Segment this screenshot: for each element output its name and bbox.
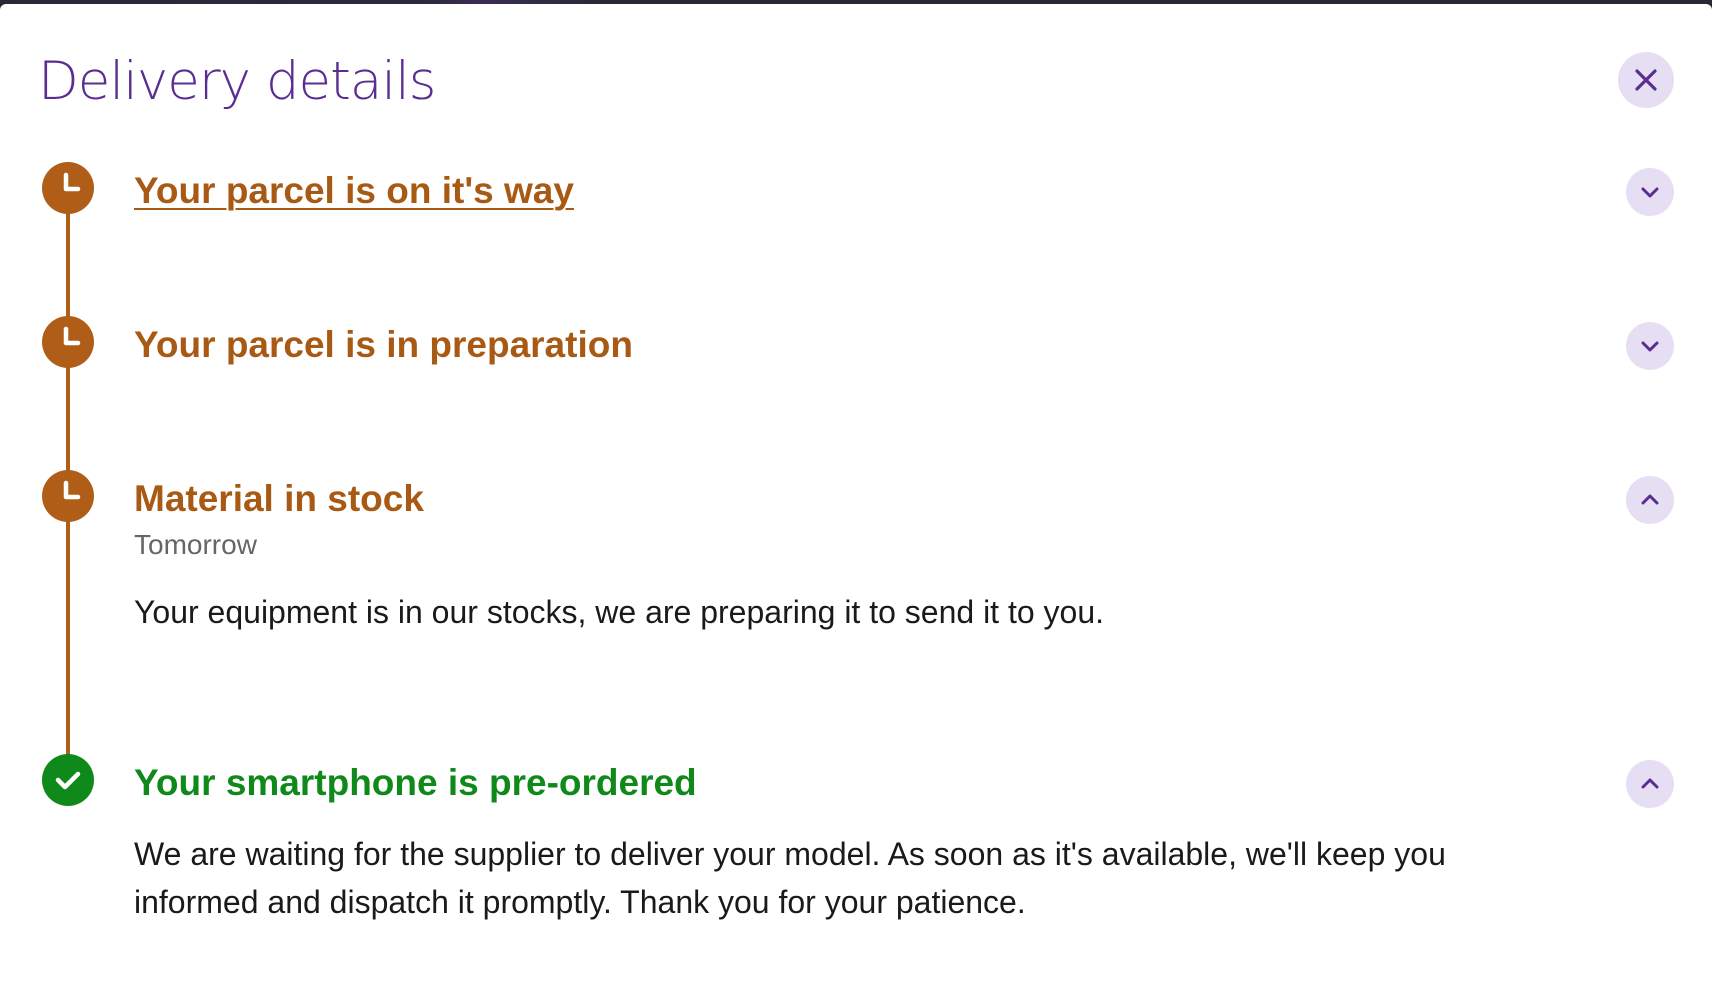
step-title: Your smartphone is pre-ordered [134,762,697,803]
clock-icon [42,316,94,368]
step-description: We are waiting for the supplier to deliv… [134,836,1446,920]
close-icon [1635,69,1657,91]
step-description: Your equipment is in our stocks, we are … [134,594,1105,630]
step-title-link[interactable]: Your parcel is on it's way [134,169,574,213]
chevron-up-icon [1641,778,1659,789]
delivery-details-modal: Delivery details Your parcel is on it's … [0,4,1712,1008]
check-icon [42,754,94,806]
expand-step-button[interactable] [1626,168,1674,216]
clock-icon [42,162,94,214]
step-date: Tomorrow [134,529,257,560]
chevron-down-icon [1641,187,1659,198]
modal-title: Delivery details [38,51,436,112]
collapse-step-button[interactable] [1626,760,1674,808]
clock-icon [42,470,94,522]
chevron-down-icon [1641,341,1659,352]
step-title: Material in stock [134,478,424,519]
collapse-step-button[interactable] [1626,476,1674,524]
chevron-up-icon [1641,494,1659,505]
close-button[interactable] [1618,52,1674,108]
step-title: Your parcel is in preparation [134,324,633,365]
expand-step-button[interactable] [1626,322,1674,370]
